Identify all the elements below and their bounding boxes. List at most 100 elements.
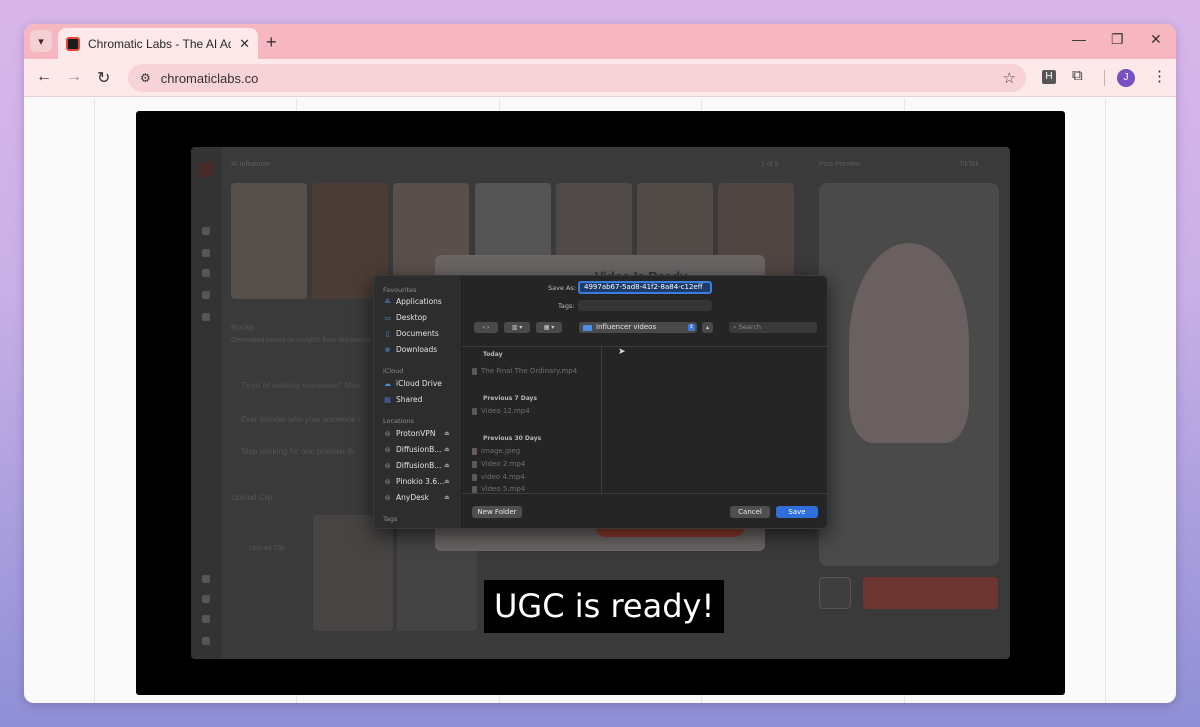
demo-video-player[interactable]: AI Influencer 1 of 5 Post Preview TikTok… — [136, 111, 1065, 695]
nav-media-icon — [202, 269, 210, 277]
save-button[interactable]: Save — [776, 506, 818, 518]
eject-icon[interactable]: ⏏ — [444, 462, 450, 469]
drive-icon: ⊖ — [384, 461, 391, 470]
minimize-icon[interactable]: — — [1072, 31, 1086, 47]
sidebar-item-documents[interactable]: ▯ Documents — [383, 329, 457, 338]
file-name: The Final The Ordinary.mp4 — [481, 367, 578, 375]
sidebar-item-label: Shared — [396, 395, 423, 404]
post-preview-phone — [819, 183, 999, 566]
nav-chart-icon — [202, 291, 210, 299]
eject-icon[interactable]: ⏏ — [444, 430, 450, 437]
folder-icon — [583, 324, 592, 331]
sidebar-item-shared[interactable]: ▤ Shared — [383, 395, 457, 404]
grid-line — [1105, 98, 1106, 703]
search-input[interactable]: ⌕ Search — [729, 322, 817, 333]
file-item[interactable]: Video 12.mp4 — [472, 407, 530, 415]
site-settings-icon[interactable]: ⚙ — [140, 71, 151, 85]
clip-thumb — [313, 515, 393, 631]
upload-section-label: Upload Clip — [231, 493, 273, 502]
video-file-icon — [472, 407, 477, 415]
save-dialog-main: Save As: 4997ab67-5ad8-41f2-8a84-c12eff … — [462, 276, 827, 528]
nav-users-icon — [202, 313, 210, 321]
upload-clip-button: Upload Clip — [249, 545, 286, 552]
file-item[interactable]: Video 2.mp4 — [472, 460, 525, 468]
drive-icon: ⊖ — [384, 493, 391, 502]
back-icon[interactable]: ← — [36, 68, 52, 86]
location-select[interactable]: Influencer videos ⇕ — [579, 322, 697, 333]
file-name: Video 5.mp4 — [481, 485, 526, 493]
browser-window: ▾ Chromatic Labs - The AI Ad Platfo ✕ + … — [24, 24, 1176, 703]
extension-h-icon[interactable]: H — [1042, 70, 1056, 84]
file-item[interactable]: The Final The Ordinary.mp4 — [472, 367, 577, 375]
select-arrows-icon: ⇕ — [688, 324, 695, 331]
address-bar[interactable]: ⚙ chromaticlabs.co ☆ — [128, 64, 1026, 92]
profile-avatar[interactable]: J — [1117, 69, 1135, 87]
sidebar-item-downloads[interactable]: ⊕ Downloads — [383, 345, 457, 354]
save-file-dialog: Favourites ⟁ Applications ▭ Desktop ▯ Docum… — [373, 275, 828, 529]
applications-icon: ⟁ — [384, 297, 391, 305]
sidebar-item-desktop[interactable]: ▭ Desktop — [383, 313, 457, 322]
video-file-icon — [472, 460, 477, 468]
file-item[interactable]: Video 5.mp4 — [472, 485, 525, 493]
back-forward-icon[interactable]: ‹ › — [474, 322, 498, 333]
pagination-text: 1 of 5 — [761, 161, 779, 168]
shared-folder-icon: ▤ — [384, 395, 391, 404]
video-caption: UGC is ready! — [484, 580, 725, 633]
tab-title: Chromatic Labs - The AI Ad Platfo — [88, 36, 231, 51]
sidebar-item-icloud-drive[interactable]: ☁ iCloud Drive — [383, 379, 457, 388]
sidebar-item-label: Documents — [396, 329, 439, 338]
favourites-title: Favourites — [383, 286, 417, 294]
file-name: Video 2.mp4 — [481, 460, 526, 468]
active-tab[interactable]: Chromatic Labs - The AI Ad Platfo ✕ — [58, 28, 258, 59]
tab-search-icon[interactable]: ▾ — [30, 30, 52, 52]
save-as-field[interactable]: 4997ab67-5ad8-41f2-8a84-c12eff — [578, 281, 712, 294]
forward-icon[interactable]: → — [66, 68, 82, 86]
video-file-icon — [472, 367, 477, 375]
influencer-thumb — [231, 183, 307, 299]
preview-label: Post Preview — [819, 161, 860, 168]
toolbar-divider — [1104, 70, 1105, 86]
sidebar-item-label: ProtonVPN — [396, 429, 436, 438]
file-browser: Today The Final The Ordinary.mp4 Previou… — [462, 346, 827, 494]
drive-icon: ⊖ — [384, 445, 391, 454]
document-icon: ▯ — [385, 329, 390, 338]
sidebar-item-label: Desktop — [396, 313, 427, 322]
save-as-label: Save As: — [548, 284, 577, 292]
page-content: AI Influencer 1 of 5 Post Preview TikTok… — [24, 98, 1176, 703]
app-logo-icon — [199, 163, 213, 177]
sidebar-item-label: Downloads — [396, 345, 438, 354]
location-name: Influencer videos — [596, 323, 657, 331]
restore-icon[interactable]: ❐ — [1111, 31, 1124, 48]
collapse-icon[interactable]: ▴ — [702, 322, 713, 333]
extensions-puzzle-icon[interactable]: ⧉ — [1072, 67, 1083, 84]
icloud-title: iCloud — [383, 367, 404, 375]
desktop-icon: ▭ — [384, 313, 391, 322]
file-item[interactable]: video 4.mp4 — [472, 473, 525, 481]
sidebar-item-label: Pinokio 3.6... — [396, 477, 445, 486]
new-folder-button[interactable]: New Folder — [472, 506, 522, 518]
hooks-label: Hooks — [231, 323, 254, 332]
image-file-icon — [472, 447, 477, 455]
drive-icon: ⊖ — [384, 429, 391, 438]
locations-title: Locations — [383, 417, 414, 425]
close-tab-icon[interactable]: ✕ — [239, 36, 250, 52]
nav-docs-icon — [202, 249, 210, 257]
eject-icon[interactable]: ⏏ — [444, 494, 450, 501]
sidebar-item-applications[interactable]: ⟁ Applications — [383, 297, 457, 306]
eject-icon[interactable]: ⏏ — [444, 446, 450, 453]
close-window-icon[interactable]: ✕ — [1150, 31, 1162, 48]
menu-kebab-icon[interactable]: ⋮ — [1152, 67, 1167, 85]
nav-mail-icon — [202, 615, 210, 623]
file-item[interactable]: image.jpeg — [472, 447, 520, 455]
view-columns-icon[interactable]: ▥ ▾ — [504, 322, 530, 333]
generate-button — [863, 577, 998, 609]
tags-title: Tags — [383, 515, 398, 523]
cancel-button[interactable]: Cancel — [730, 506, 770, 518]
app-sidebar — [191, 147, 221, 659]
tags-field[interactable] — [578, 300, 712, 311]
reload-icon[interactable]: ↻ — [97, 68, 110, 88]
eject-icon[interactable]: ⏏ — [444, 478, 450, 485]
group-menu-icon[interactable]: ▦ ▾ — [536, 322, 562, 333]
bookmark-star-icon[interactable]: ☆ — [1003, 69, 1016, 87]
new-tab-icon[interactable]: + — [266, 32, 277, 53]
